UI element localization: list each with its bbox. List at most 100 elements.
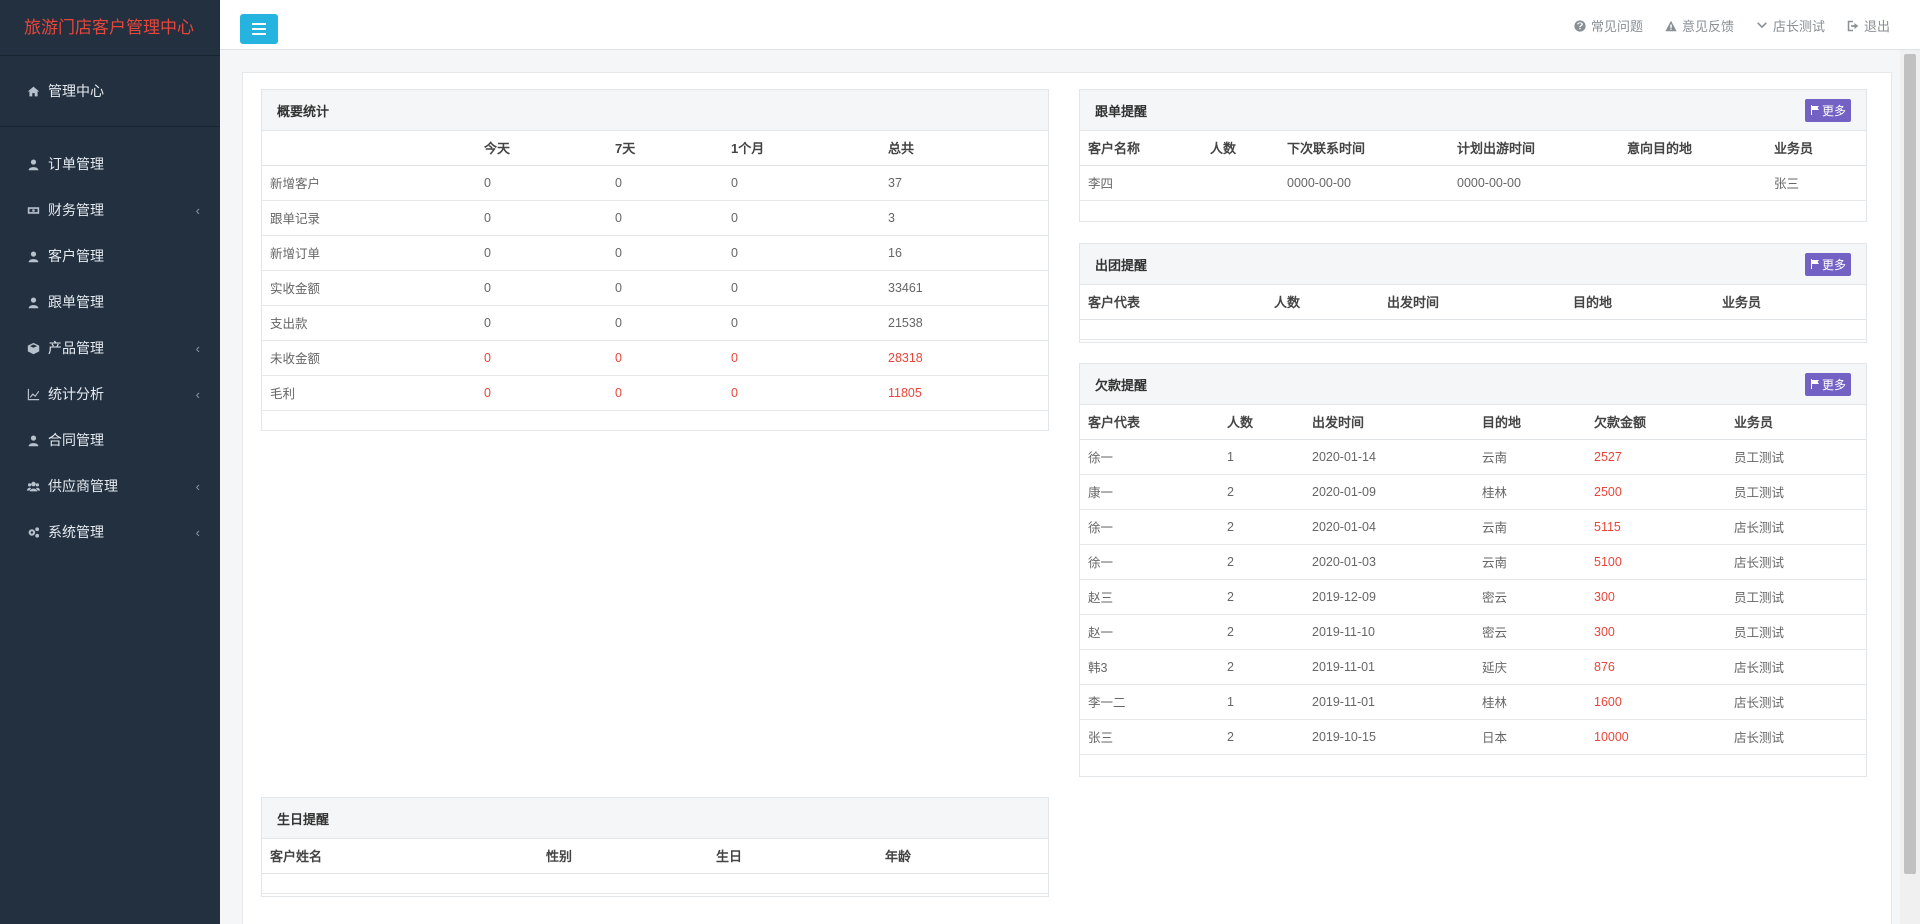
sidebar-item-orders[interactable]: 订单管理 bbox=[0, 141, 220, 187]
table-cell: 0 bbox=[723, 270, 880, 306]
table-cell: 2020-01-03 bbox=[1304, 544, 1474, 580]
sidebar-item-label: 合同管理 bbox=[48, 432, 104, 448]
table-cell: 2019-11-01 bbox=[1304, 649, 1474, 685]
birthday-table: 客户姓名 性别 生日 年龄 bbox=[262, 839, 1048, 894]
table-cell: 2019-12-09 bbox=[1304, 579, 1474, 615]
table-cell: 1 bbox=[1219, 684, 1304, 720]
table-cell: 2 bbox=[1219, 579, 1304, 615]
table-cell: 876 bbox=[1586, 649, 1726, 685]
table-row: 跟单记录 0 0 0 3 bbox=[262, 200, 1048, 236]
bars-icon bbox=[252, 23, 266, 35]
main-area: 概要统计 今天 7天 1个月 总共 新增客户 0 0 0 37 跟单记录 0 0… bbox=[220, 50, 1900, 924]
table-cell: 赵一 bbox=[1080, 614, 1219, 650]
more-label: 更多 bbox=[1821, 377, 1846, 392]
scrollbar-thumb[interactable] bbox=[1904, 54, 1916, 874]
sidebar-item-suppliers[interactable]: 供应商管理 ‹ bbox=[0, 463, 220, 509]
table-cell: 0 bbox=[723, 165, 880, 201]
flag-icon bbox=[1810, 379, 1819, 389]
sidebar-item-label: 产品管理 bbox=[48, 340, 104, 356]
empty-row bbox=[262, 873, 1048, 894]
table-header: 客户姓名 bbox=[262, 839, 538, 874]
table-cell: 李一二 bbox=[1080, 684, 1219, 720]
sidebar-item-label: 供应商管理 bbox=[48, 478, 118, 494]
menu-toggle-button[interactable] bbox=[240, 14, 278, 44]
table-cell: 2500 bbox=[1586, 474, 1726, 510]
table-header: 年龄 bbox=[877, 839, 1048, 874]
table-header: 性别 bbox=[538, 839, 708, 874]
table-cell: 2 bbox=[1219, 509, 1304, 545]
page-scrollbar[interactable] bbox=[1900, 50, 1920, 924]
table-cell: 5115 bbox=[1586, 509, 1726, 545]
birthday-header: 生日提醒 bbox=[262, 798, 1048, 839]
table-header: 客户代表 bbox=[1080, 285, 1266, 320]
topbar: 常见问题 意见反馈 店长测试 退出 bbox=[220, 0, 1920, 50]
debt-more-button[interactable]: 更多 bbox=[1804, 372, 1851, 396]
birthday-title: 生日提醒 bbox=[277, 811, 330, 827]
table-cell: 徐一 bbox=[1080, 544, 1219, 580]
table-cell: 云南 bbox=[1474, 544, 1586, 580]
table-cell: 1600 bbox=[1586, 684, 1726, 720]
table-cell: 0 bbox=[476, 200, 607, 236]
table-header: 今天 bbox=[476, 131, 607, 166]
user-menu[interactable]: 店长测试 bbox=[1756, 16, 1825, 35]
followup-more-button[interactable]: 更多 bbox=[1804, 98, 1851, 122]
faq-link[interactable]: 常见问题 bbox=[1574, 16, 1643, 35]
table-cell: 日本 bbox=[1474, 719, 1586, 755]
empty-row bbox=[1080, 319, 1866, 340]
money-icon bbox=[26, 203, 40, 217]
chevron-left-icon: ‹ bbox=[195, 202, 200, 218]
followup-panel: 跟单提醒 更多 客户名称 人数 下次联系时间 计划出游时间 意向目的地 业务员 bbox=[1079, 89, 1867, 222]
sidebar-item-system[interactable]: 系统管理 ‹ bbox=[0, 509, 220, 555]
table-cell: 支出款 bbox=[262, 305, 476, 341]
overview-table: 今天 7天 1个月 总共 新增客户 0 0 0 37 跟单记录 0 0 0 3 … bbox=[262, 131, 1048, 411]
sidebar-item-followup[interactable]: 跟单管理 bbox=[0, 279, 220, 325]
sidebar-item-statistics[interactable]: 统计分析 ‹ bbox=[0, 371, 220, 417]
chevron-left-icon: ‹ bbox=[195, 340, 200, 356]
table-cell: 密云 bbox=[1474, 614, 1586, 650]
sidebar-item-products[interactable]: 产品管理 ‹ bbox=[0, 325, 220, 371]
logout-link[interactable]: 退出 bbox=[1847, 16, 1890, 35]
top-links: 常见问题 意见反馈 店长测试 退出 bbox=[1574, 16, 1890, 35]
feedback-label: 意见反馈 bbox=[1681, 19, 1734, 34]
user-icon bbox=[26, 295, 40, 309]
table-cell: 0 bbox=[607, 270, 723, 306]
table-cell: 延庆 bbox=[1474, 649, 1586, 685]
table-cell: 密云 bbox=[1474, 579, 1586, 615]
table-cell: 韩3 bbox=[1080, 649, 1219, 685]
sidebar-item-contracts[interactable]: 合同管理 bbox=[0, 417, 220, 463]
table-header: 生日 bbox=[708, 839, 877, 874]
table-cell: 0 bbox=[723, 340, 880, 376]
chevron-down-icon bbox=[1757, 21, 1767, 28]
table-header: 业务员 bbox=[1726, 405, 1866, 440]
feedback-link[interactable]: 意见反馈 bbox=[1665, 16, 1734, 35]
user-icon bbox=[26, 433, 40, 447]
table-row: 实收金额 0 0 0 33461 bbox=[262, 270, 1048, 306]
table-row: 徐一 1 2020-01-14 云南 2527 员工测试 bbox=[1080, 439, 1866, 475]
departure-more-button[interactable]: 更多 bbox=[1804, 252, 1851, 276]
table-cell: 0000-00-00 bbox=[1449, 165, 1619, 201]
table-cell: 300 bbox=[1586, 579, 1726, 615]
table-row: 新增客户 0 0 0 37 bbox=[262, 165, 1048, 201]
table-cell: 2 bbox=[1219, 719, 1304, 755]
table-cell: 桂林 bbox=[1474, 684, 1586, 720]
users-icon bbox=[26, 479, 40, 493]
table-cell: 新增客户 bbox=[262, 165, 476, 201]
sidebar-item-customers[interactable]: 客户管理 bbox=[0, 233, 220, 279]
sign-out-icon bbox=[1847, 20, 1859, 31]
table-cell: 10000 bbox=[1586, 719, 1726, 755]
table-cell: 张三 bbox=[1080, 719, 1219, 755]
table-cell: 赵三 bbox=[1080, 579, 1219, 615]
sidebar-item-home[interactable]: 管理中心 bbox=[0, 56, 220, 127]
followup-header: 跟单提醒 更多 bbox=[1080, 90, 1866, 131]
table-cell: 0 bbox=[607, 165, 723, 201]
sidebar-item-label: 订单管理 bbox=[48, 156, 104, 172]
table-header: 业务员 bbox=[1714, 285, 1866, 320]
sidebar-item-finance[interactable]: 财务管理 ‹ bbox=[0, 187, 220, 233]
sidebar-nav: 订单管理 财务管理 ‹ 客户管理 跟单管理 产品管理 ‹ 统计分析 ‹ 合同管理 bbox=[0, 127, 220, 555]
flag-icon bbox=[1810, 105, 1819, 115]
table-header bbox=[262, 131, 476, 166]
table-cell: 2 bbox=[1219, 544, 1304, 580]
logout-label: 退出 bbox=[1863, 19, 1890, 34]
table-cell: 店长测试 bbox=[1726, 544, 1866, 580]
table-cell: 新增订单 bbox=[262, 235, 476, 271]
